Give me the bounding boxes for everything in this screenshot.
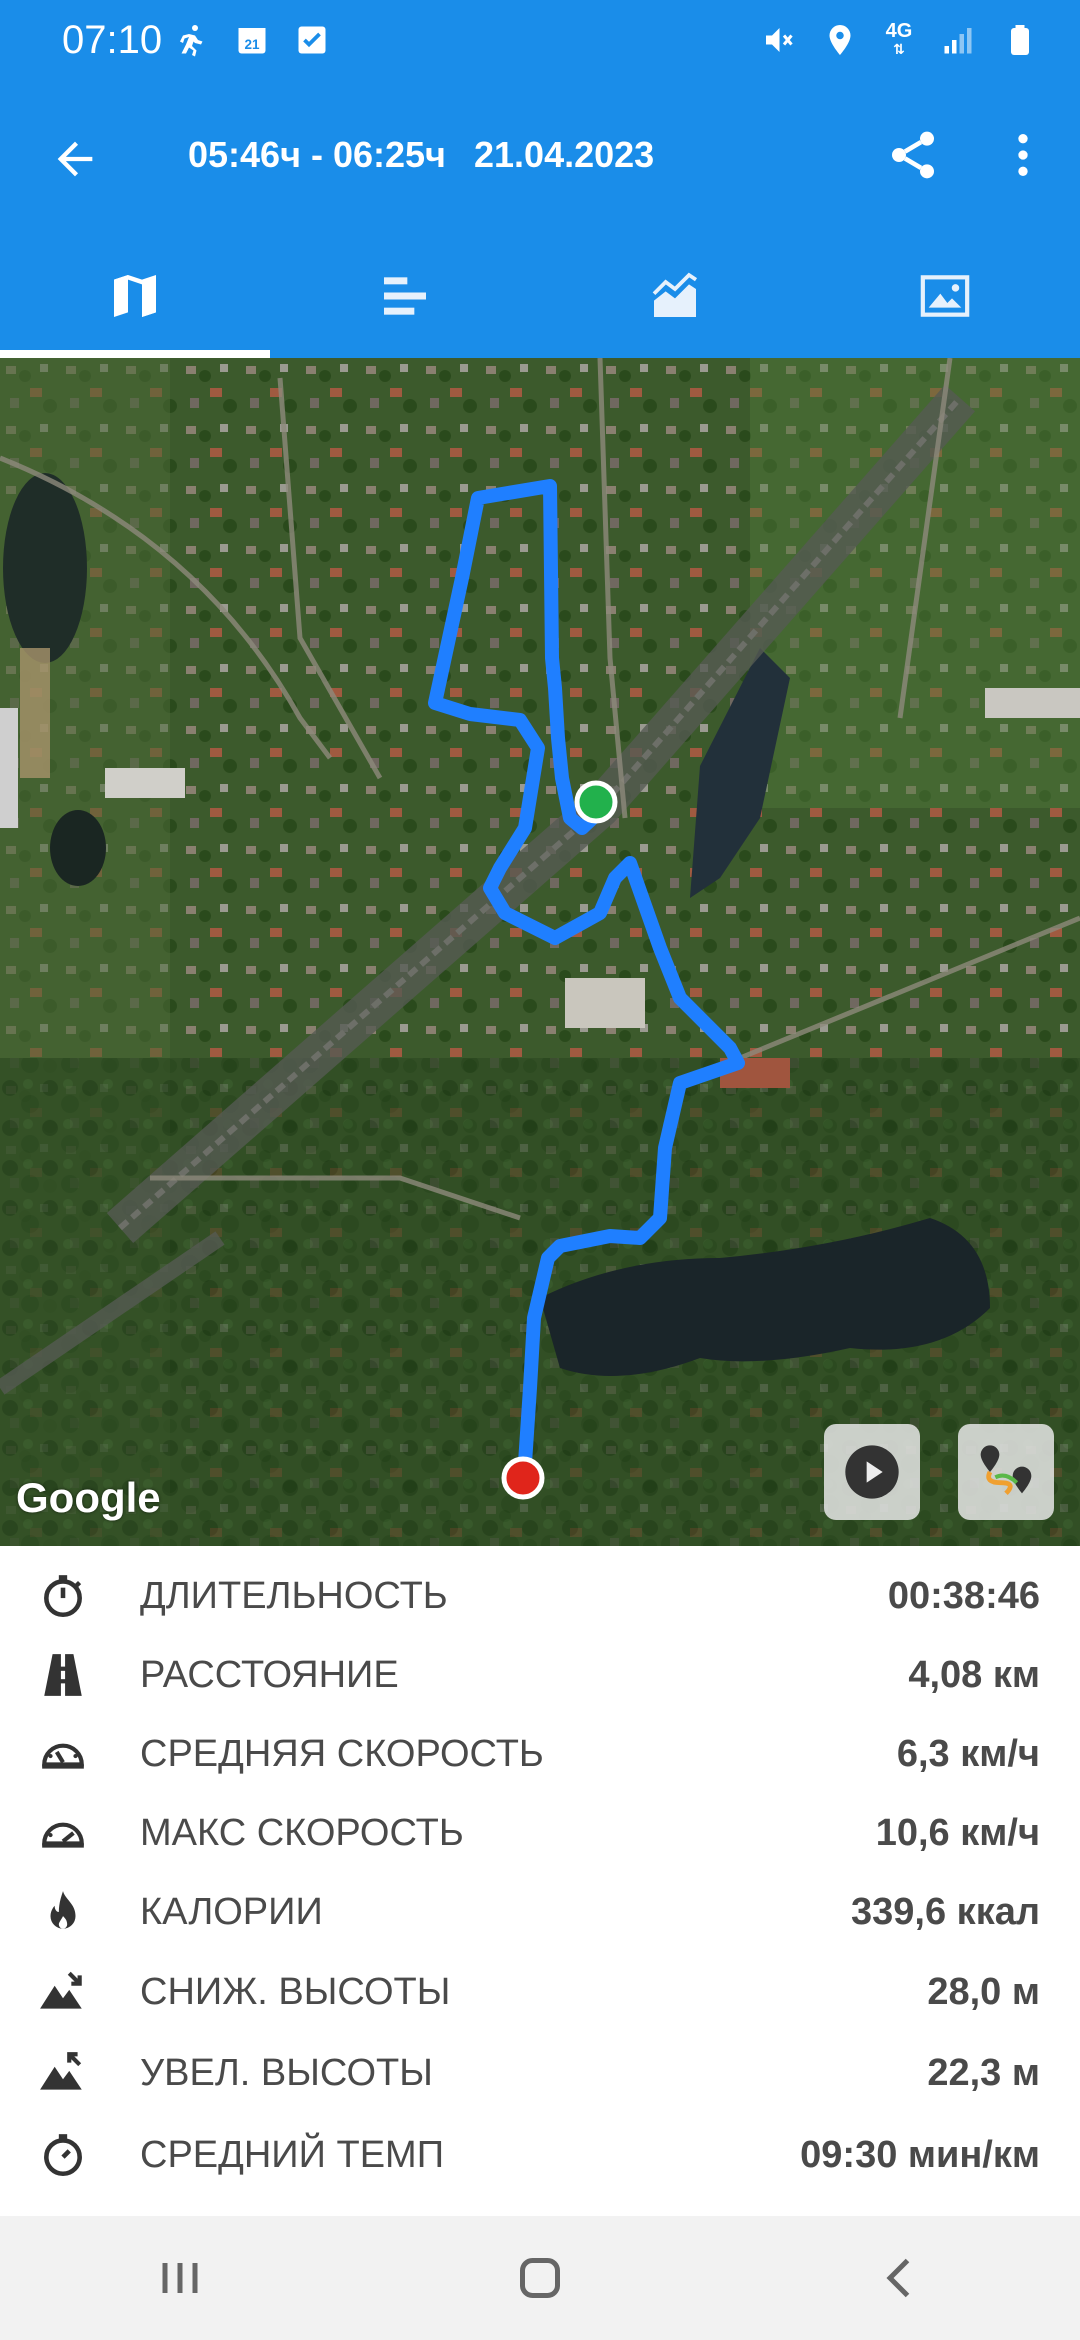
signal-icon [938, 20, 978, 60]
route-overview-button[interactable] [958, 1424, 1054, 1520]
stat-label: СРЕДНЯЯ СКОРОСТЬ [140, 1732, 544, 1775]
timer-icon [36, 2128, 90, 2182]
stat-distance: РАССТОЯНИЕ 4,08 км [0, 1635, 1080, 1715]
tab-stats[interactable] [270, 234, 540, 358]
speedometer-max-icon [36, 1806, 90, 1860]
activity-time-range: 05:46ч - 06:25ч [188, 134, 446, 175]
stat-value: 00:38:46 [887, 1574, 1040, 1617]
location-icon [820, 20, 860, 60]
share-button[interactable] [878, 120, 948, 190]
back-button[interactable] [40, 124, 110, 194]
end-marker [501, 1456, 545, 1500]
stat-value: 10,6 км/ч [875, 1811, 1040, 1854]
chevron-left-icon [886, 2258, 910, 2298]
tab-map[interactable] [0, 234, 270, 358]
network-label: 4G [885, 20, 913, 42]
status-right-icons: 4G ⇅ [758, 20, 1040, 60]
stat-descent: СНИЖ. ВЫСОТЫ 28,0 м [0, 1952, 1080, 2032]
play-route-button[interactable] [824, 1424, 920, 1520]
stat-label: МАКС СКОРОСТЬ [140, 1811, 464, 1854]
stat-calories: КАЛОРИИ 339,6 ккал [0, 1872, 1080, 1952]
stat-label: РАССТОЯНИЕ [140, 1653, 399, 1696]
system-nav-bar [0, 2216, 1080, 2340]
google-attribution: Google [16, 1474, 161, 1521]
activity-date: 21.04.2023 [474, 134, 655, 175]
battery-icon [1000, 20, 1040, 60]
checkbox-icon [292, 20, 332, 60]
bar-list-icon [384, 277, 426, 315]
flame-icon [36, 1885, 90, 1939]
stat-value: 09:30 мин/км [800, 2133, 1040, 2176]
mute-icon [758, 20, 798, 60]
image-icon [920, 275, 970, 317]
more-options-button[interactable] [988, 120, 1058, 190]
mountain-up-icon [36, 2046, 90, 2100]
stat-ascent: УВЕЛ. ВЫСОТЫ 22,3 м [0, 2033, 1080, 2113]
tab-bar [0, 234, 1080, 358]
more-vert-icon [1018, 134, 1028, 176]
app-bar: 05:46ч - 06:25ч 21.04.2023 [0, 84, 1080, 234]
start-marker [574, 780, 618, 824]
calendar-day: 21 [244, 37, 260, 52]
tab-photos[interactable] [810, 234, 1080, 358]
running-icon [172, 20, 212, 60]
home-icon [520, 2258, 560, 2298]
recent-apps-button[interactable] [120, 2228, 240, 2328]
tab-charts[interactable] [540, 234, 810, 358]
status-time: 07:10 [62, 18, 163, 62]
area-chart-icon [652, 272, 698, 317]
route-marker-icon [980, 1445, 1032, 1496]
arrow-back-icon [57, 141, 93, 177]
satellite-map [0, 358, 1080, 1546]
status-bar: 07:10 21 4G ⇅ [0, 0, 1080, 84]
stat-label: УВЕЛ. ВЫСОТЫ [140, 2051, 433, 2094]
map-icon [114, 275, 156, 317]
home-button[interactable] [480, 2228, 600, 2328]
stat-label: СНИЖ. ВЫСОТЫ [140, 1970, 451, 2013]
stat-value: 4,08 км [908, 1653, 1040, 1696]
route-map[interactable]: Google [0, 358, 1080, 1546]
stat-value: 22,3 м [927, 2051, 1040, 2094]
back-nav-button[interactable] [840, 2228, 960, 2328]
stat-max-speed: МАКС СКОРОСТЬ 10,6 км/ч [0, 1793, 1080, 1873]
stat-label: ДЛИТЕЛЬНОСТЬ [140, 1574, 448, 1617]
stat-label: КАЛОРИИ [140, 1890, 323, 1933]
mountain-down-icon [36, 1965, 90, 2019]
stat-avg-speed: СРЕДНЯЯ СКОРОСТЬ 6,3 км/ч [0, 1714, 1080, 1794]
speedometer-icon [36, 1727, 90, 1781]
status-left-icons: 21 [172, 20, 332, 60]
stat-value: 6,3 км/ч [896, 1732, 1040, 1775]
stat-duration: ДЛИТЕЛЬНОСТЬ 00:38:46 [0, 1556, 1080, 1636]
stat-value: 339,6 ккал [851, 1890, 1040, 1933]
calendar-icon: 21 [232, 20, 272, 60]
stat-avg-pace: СРЕДНИЙ ТЕМП 09:30 мин/км [0, 2115, 1080, 2195]
stopwatch-icon [36, 1569, 90, 1623]
road-icon [36, 1648, 90, 1702]
network-type: 4G ⇅ [885, 20, 913, 57]
stat-label: СРЕДНИЙ ТЕМП [140, 2133, 445, 2176]
recent-apps-icon [162, 2263, 198, 2293]
stats-list: ДЛИТЕЛЬНОСТЬ 00:38:46 РАССТОЯНИЕ 4,08 км… [0, 1556, 1080, 2216]
share-icon [892, 131, 934, 179]
stat-value: 28,0 м [927, 1970, 1040, 2013]
play-icon [845, 1445, 899, 1499]
